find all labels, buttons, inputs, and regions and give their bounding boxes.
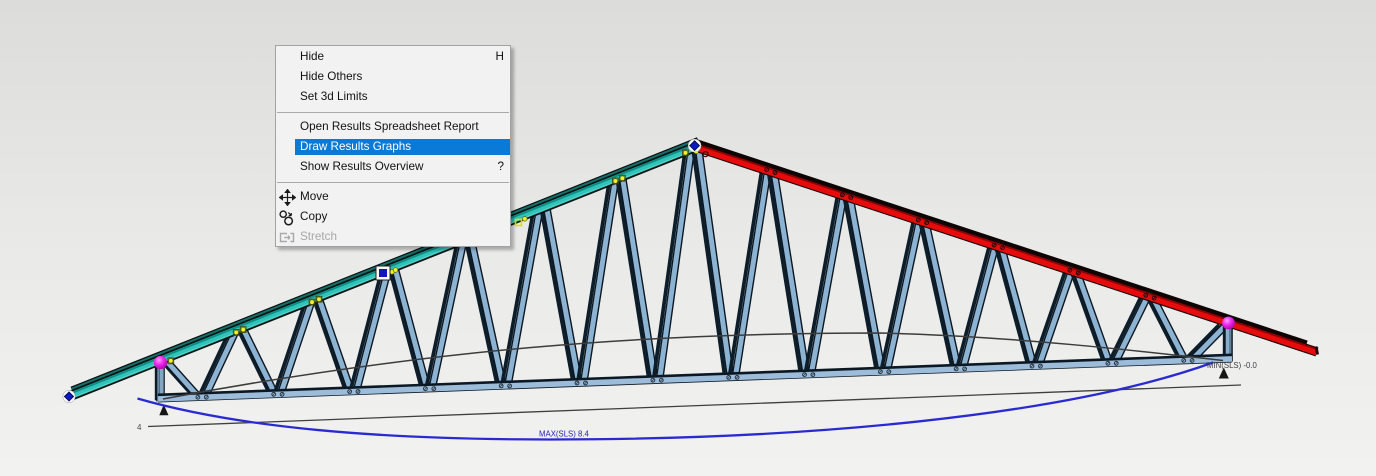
svg-text:MIN(SLS) -0.0: MIN(SLS) -0.0 [1207, 361, 1257, 370]
svg-text:MAX(SLS) 8.4: MAX(SLS) 8.4 [539, 430, 589, 439]
svg-text:4: 4 [137, 423, 142, 432]
